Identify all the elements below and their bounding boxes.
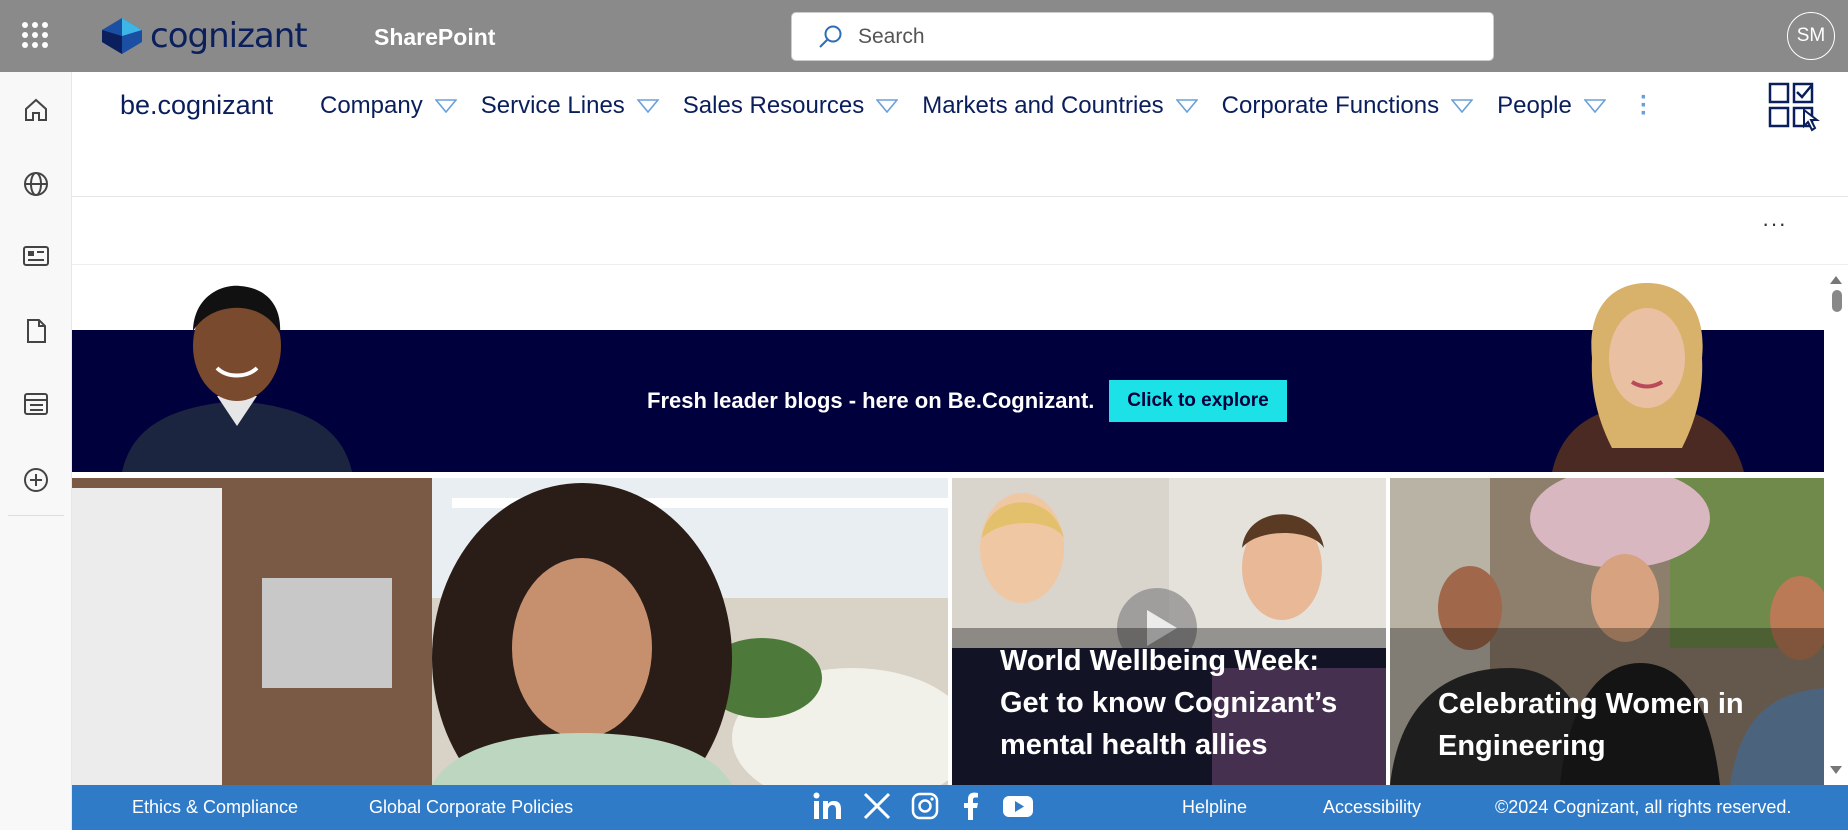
nav-item-service-lines[interactable]: Service Lines bbox=[481, 92, 659, 120]
more-options-icon[interactable]: ··· bbox=[1762, 211, 1787, 237]
news-tile-3[interactable]: Celebrating Women in Engineering bbox=[1390, 478, 1824, 785]
footer-link-policies[interactable]: Global Corporate Policies bbox=[369, 797, 573, 818]
nav-item-label: People bbox=[1497, 92, 1572, 119]
cognizant-logo[interactable]: cognizant bbox=[100, 14, 308, 58]
chevron-down-icon bbox=[1583, 99, 1606, 113]
news-tiles: World Wellbeing Week: Get to know Cogniz… bbox=[72, 478, 1824, 785]
more-nav-icon[interactable]: · · · bbox=[1640, 86, 1648, 126]
quick-links-icon[interactable] bbox=[1768, 82, 1820, 132]
search-icon bbox=[819, 25, 842, 48]
search-box[interactable] bbox=[791, 12, 1494, 61]
footer-link-helpline[interactable]: Helpline bbox=[1182, 797, 1247, 818]
x-twitter-icon[interactable] bbox=[862, 791, 892, 821]
user-avatar[interactable]: SM bbox=[1787, 12, 1835, 60]
nav-item-company[interactable]: Company bbox=[320, 92, 457, 120]
nav-item-people[interactable]: People bbox=[1497, 92, 1606, 120]
chevron-down-icon bbox=[1175, 99, 1198, 113]
globe-icon[interactable] bbox=[22, 170, 50, 198]
nav-item-label: Company bbox=[320, 92, 423, 119]
suite-bar: cognizant SharePoint SM bbox=[0, 0, 1848, 72]
footer-link-accessibility[interactable]: Accessibility bbox=[1323, 797, 1421, 818]
banner-text: Fresh leader blogs - here on Be.Cognizan… bbox=[647, 388, 1095, 413]
site-name[interactable]: be.cognizant bbox=[120, 90, 273, 121]
chevron-down-icon bbox=[1451, 99, 1474, 113]
click-to-explore-button[interactable]: Click to explore bbox=[1109, 380, 1287, 422]
home-icon[interactable] bbox=[22, 96, 50, 124]
command-bar: ··· bbox=[72, 197, 1848, 265]
search-input[interactable] bbox=[858, 24, 1358, 49]
site-header: be.cognizant Company Service Lines Sales… bbox=[72, 72, 1848, 197]
tile-image bbox=[72, 478, 948, 785]
tile-title[interactable]: World Wellbeing Week: Get to know Cogniz… bbox=[1000, 640, 1370, 766]
news-icon[interactable] bbox=[22, 242, 50, 270]
youtube-icon[interactable] bbox=[1002, 791, 1034, 821]
footer-link-ethics[interactable]: Ethics & Compliance bbox=[132, 797, 298, 818]
hub-navigation: Company Service Lines Sales Resources Ma… bbox=[320, 92, 1630, 120]
document-icon[interactable] bbox=[22, 317, 50, 345]
left-app-bar bbox=[0, 72, 72, 830]
chevron-down-icon bbox=[636, 99, 659, 113]
chevron-down-icon bbox=[876, 99, 899, 113]
nav-item-label: Markets and Countries bbox=[922, 92, 1164, 119]
leader-photo-right bbox=[1552, 283, 1744, 472]
nav-item-label: Corporate Functions bbox=[1221, 92, 1440, 119]
linkedin-icon[interactable] bbox=[812, 791, 844, 821]
chevron-down-icon bbox=[434, 99, 457, 113]
tile-title[interactable]: Celebrating Women in Engineering bbox=[1438, 683, 1808, 767]
nav-item-sales-resources[interactable]: Sales Resources bbox=[682, 92, 899, 120]
instagram-icon[interactable] bbox=[910, 791, 940, 821]
news-tile-1[interactable] bbox=[72, 478, 948, 785]
facebook-icon[interactable] bbox=[958, 791, 984, 821]
copyright-text: ©2024 Cognizant, all rights reserved. bbox=[1495, 797, 1792, 817]
vertical-scrollbar[interactable] bbox=[1824, 266, 1848, 785]
nav-item-corporate-functions[interactable]: Corporate Functions bbox=[1221, 92, 1474, 120]
nav-item-label: Service Lines bbox=[480, 92, 625, 119]
social-links bbox=[812, 791, 1034, 821]
rail-divider bbox=[8, 515, 64, 516]
cognizant-logo-mark-icon bbox=[102, 18, 142, 54]
lists-icon[interactable] bbox=[22, 390, 50, 418]
create-icon[interactable] bbox=[22, 466, 50, 494]
page-content: Fresh leader blogs - here on Be.Cognizan… bbox=[72, 266, 1824, 785]
news-tile-2[interactable]: World Wellbeing Week: Get to know Cogniz… bbox=[952, 478, 1386, 785]
scrollbar-graphic bbox=[1830, 276, 1842, 774]
app-launcher-icon[interactable] bbox=[22, 22, 48, 48]
app-title[interactable]: SharePoint bbox=[374, 24, 495, 51]
site-footer: Ethics & Compliance Global Corporate Pol… bbox=[72, 785, 1848, 830]
nav-item-markets-countries[interactable]: Markets and Countries bbox=[922, 92, 1198, 120]
leader-photo-left bbox=[122, 285, 352, 472]
brand-name: cognizant bbox=[150, 16, 308, 56]
nav-item-label: Sales Resources bbox=[682, 92, 865, 119]
